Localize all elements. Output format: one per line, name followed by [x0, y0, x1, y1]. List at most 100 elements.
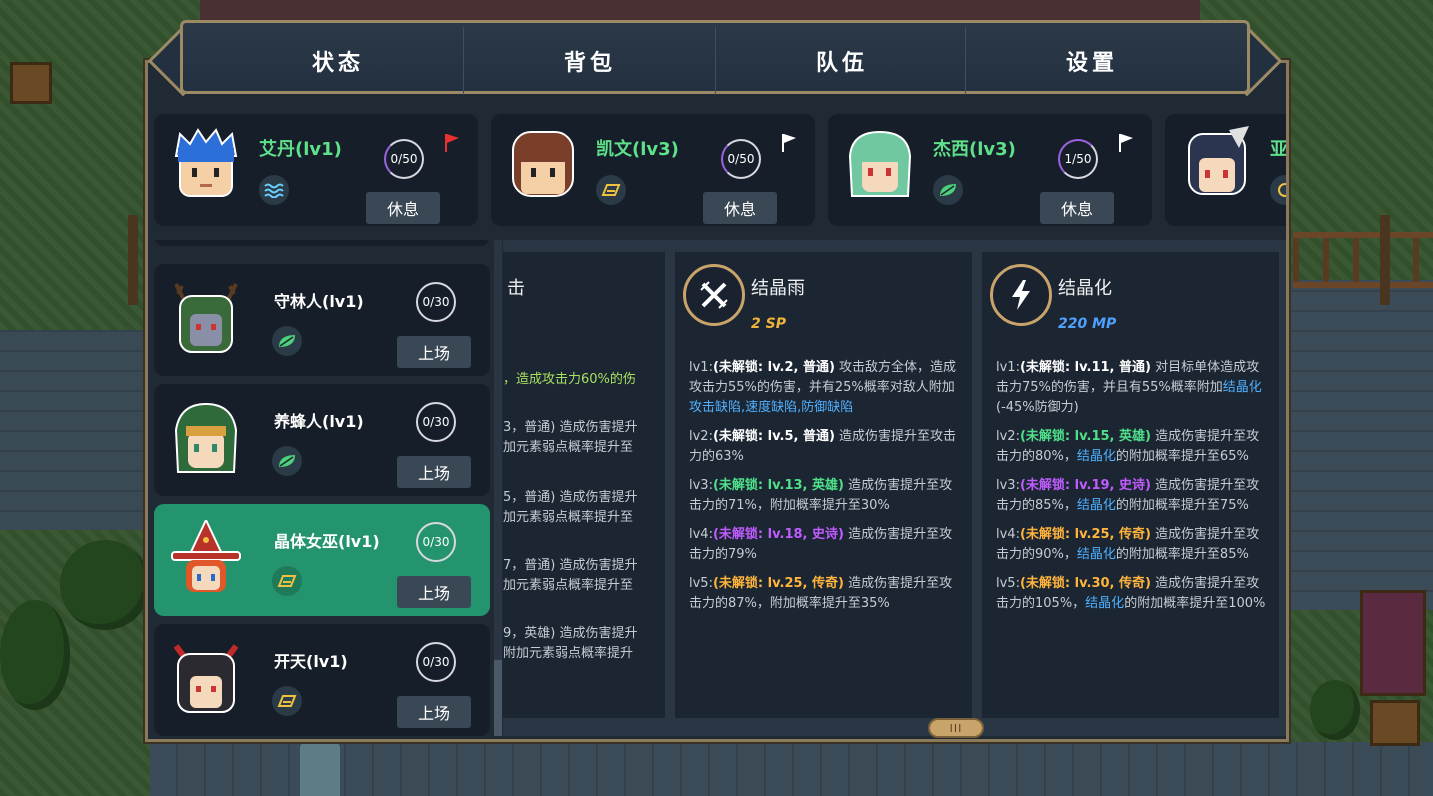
- exp-ring: 0/30: [416, 522, 456, 562]
- kevin-portrait: [512, 131, 574, 197]
- reserve-name: 开天(lv1): [274, 652, 348, 671]
- tab-bar-frame: 状态 背包 队伍 设置: [180, 20, 1250, 95]
- deploy-button[interactable]: 上场: [397, 696, 471, 728]
- tab-bar: 状态 背包 队伍 设置: [147, 18, 1283, 97]
- team-member-card[interactable]: 凯文(lv3) 0/50 休息: [491, 114, 815, 226]
- active-team-row: 艾丹(lv1) 0/50 休息 凯文(lv3) 0/50 休息 杰西(lv3) …: [148, 105, 1286, 233]
- tab-party[interactable]: 队伍: [717, 27, 967, 95]
- skill-text-fragment: 加元素弱点概率提升至: [503, 578, 634, 593]
- lightning-icon: [990, 264, 1052, 326]
- jessie-portrait: [848, 130, 912, 197]
- reserve-member-card[interactable]: 守林人(lv1) 0/30 上场: [154, 264, 490, 376]
- skill-level-line: lv2:(未解锁: lv.5, 普通) 造成伤害提升至攻击力的63%: [689, 429, 957, 464]
- tab-divider: [463, 27, 464, 95]
- skill-text-fragment: 加元素弱点概率提升至: [503, 510, 634, 525]
- skill-text-fragment: 附加元素弱点概率提升: [503, 646, 634, 661]
- wooden-fence: [1293, 232, 1433, 288]
- bush: [1310, 680, 1360, 740]
- tab-inventory[interactable]: 背包: [465, 27, 715, 95]
- leaf-icon: [272, 326, 302, 356]
- reserve-name: 守林人(lv1): [274, 292, 364, 311]
- leaf-icon: [272, 446, 302, 476]
- deploy-button[interactable]: 上场: [397, 456, 471, 488]
- scroll-handle[interactable]: III: [928, 718, 984, 738]
- skill-level-line: lv3:(未解锁: lv.19, 史诗) 造成伤害提升至攻击力的85%，结晶化的…: [996, 478, 1260, 513]
- market-stall: [1360, 590, 1426, 696]
- skill-cost: 220 MP: [1058, 316, 1117, 332]
- crossed-swords-icon: [683, 264, 745, 326]
- crystal-icon: [272, 566, 302, 596]
- exp-ring: 0/50: [384, 139, 424, 179]
- skill-card-crystal-rain[interactable]: 结晶雨 2 SP lv1:(未解锁: lv.2, 普通) 攻击敌方全体，造成攻击…: [675, 252, 972, 718]
- crystal-icon: [596, 175, 626, 205]
- reserve-scrollbar-thumb[interactable]: [494, 660, 502, 736]
- deploy-button[interactable]: 上场: [397, 336, 471, 368]
- stone-path-bottom: [150, 742, 1433, 796]
- member-name: 凯文(lv3): [596, 139, 679, 160]
- skill-level-line: lv1:(未解锁: lv.11, 普通) 对目标单体造成攻击力75%的伤害，并且…: [996, 360, 1262, 415]
- skill-cost: 2 SP: [751, 316, 786, 332]
- reserve-member-card[interactable]: 养蜂人(lv1) 0/30 上场: [154, 384, 490, 496]
- tab-status[interactable]: 状态: [213, 27, 463, 95]
- crystal-witch-portrait: [171, 520, 241, 592]
- list-item: [154, 240, 490, 246]
- member-name: 亚: [1270, 139, 1286, 160]
- skill-level-line: lv3:(未解锁: lv.13, 英雄) 造成伤害提升至攻击力的71%，附加概率…: [689, 478, 953, 513]
- skill-text-fragment: 9，英雄) 造成伤害提升: [503, 626, 638, 641]
- exp-ring: 0/30: [416, 642, 456, 682]
- reserve-name: 晶体女巫(lv1): [274, 532, 380, 551]
- aidan-portrait: [174, 128, 238, 197]
- skill-level-line: lv4:(未解锁: lv.18, 史诗) 造成伤害提升至攻击力的79%: [689, 527, 953, 562]
- skill-text-fragment: 7，普通) 造成伤害提升: [503, 558, 638, 573]
- flag-icon[interactable]: [444, 133, 460, 153]
- skill-level-line: lv4:(未解锁: lv.25, 传奇) 造成伤害提升至攻击力的90%，结晶化的…: [996, 527, 1260, 562]
- exp-ring: 0/30: [416, 402, 456, 442]
- reserve-list[interactable]: 守林人(lv1) 0/30 上场 养蜂人(lv1) 0/30 上场 晶体女巫(l…: [148, 240, 498, 736]
- skill-level-line: lv1:(未解锁: lv.2, 普通) 攻击敌方全体，造成攻击力55%的伤害，并…: [689, 360, 957, 415]
- team-member-card[interactable]: 艾丹(lv1) 0/50 休息: [154, 114, 478, 226]
- garden-crate: [10, 62, 52, 104]
- stone-path-left: [0, 330, 160, 530]
- skill-text-fragment: 5，普通) 造成伤害提升: [503, 490, 638, 505]
- skill-level-list: lv1:(未解锁: lv.2, 普通) 攻击敌方全体，造成攻击力55%的伤害，并…: [689, 358, 961, 623]
- skill-level-line: lv2:(未解锁: lv.15, 英雄) 造成伤害提升至攻击力的80%，结晶化的…: [996, 429, 1260, 464]
- bush: [0, 600, 70, 710]
- skill-title: 击: [507, 278, 525, 299]
- stone-path-right: [1283, 280, 1433, 610]
- tab-divider: [965, 27, 966, 95]
- leaf-icon: [933, 175, 963, 205]
- beekeeper-portrait: [174, 402, 238, 473]
- exp-ring: 0/50: [721, 139, 761, 179]
- skill-card-crystallize[interactable]: 结晶化 220 MP lv1:(未解锁: lv.11, 普通) 对目标单体造成攻…: [982, 252, 1279, 718]
- exp-ring: 1/50: [1058, 139, 1098, 179]
- bush: [60, 540, 150, 630]
- team-member-card[interactable]: 杰西(lv3) 1/50 休息: [828, 114, 1152, 226]
- skill-cards-area[interactable]: 击 ，造成攻击力60%的伤 3，普通) 造成伤害提升 加元素弱点概率提升至 5，…: [503, 240, 1286, 736]
- flag-icon[interactable]: [1118, 133, 1134, 153]
- deploy-button[interactable]: 上场: [397, 576, 471, 608]
- exp-ring: 0/30: [416, 282, 456, 322]
- skill-text-fragment: 加元素弱点概率提升至: [503, 440, 634, 455]
- ya-portrait: [1188, 126, 1249, 195]
- wind-icon: [1270, 175, 1286, 205]
- skill-title: 结晶化: [1058, 278, 1112, 299]
- crystal-icon: [272, 686, 302, 716]
- forester-portrait: [174, 283, 238, 353]
- skill-level-line: lv5:(未解锁: lv.30, 传奇) 造成伤害提升至攻击力的105%，结晶化…: [996, 576, 1266, 611]
- skill-level-line: lv5:(未解锁: lv.25, 传奇) 造成伤害提升至攻击力的87%，附加概率…: [689, 576, 953, 611]
- goods-crate: [1370, 700, 1420, 746]
- member-name: 杰西(lv3): [933, 139, 1016, 160]
- kaitian-portrait: [173, 644, 239, 713]
- rest-button[interactable]: 休息: [703, 192, 777, 224]
- reserve-member-card[interactable]: 开天(lv1) 0/30 上场: [154, 624, 490, 736]
- rest-button[interactable]: 休息: [1040, 192, 1114, 224]
- reserve-member-card-selected[interactable]: 晶体女巫(lv1) 0/30 上场: [154, 504, 490, 616]
- team-member-card[interactable]: 亚: [1165, 114, 1286, 226]
- rest-button[interactable]: 休息: [366, 192, 440, 224]
- water-wave-icon: [259, 175, 289, 205]
- reserve-name: 养蜂人(lv1): [274, 412, 364, 431]
- tab-settings[interactable]: 设置: [967, 27, 1217, 95]
- skill-title: 结晶雨: [751, 278, 805, 299]
- street-lamp: [128, 215, 138, 305]
- flag-icon[interactable]: [781, 133, 797, 153]
